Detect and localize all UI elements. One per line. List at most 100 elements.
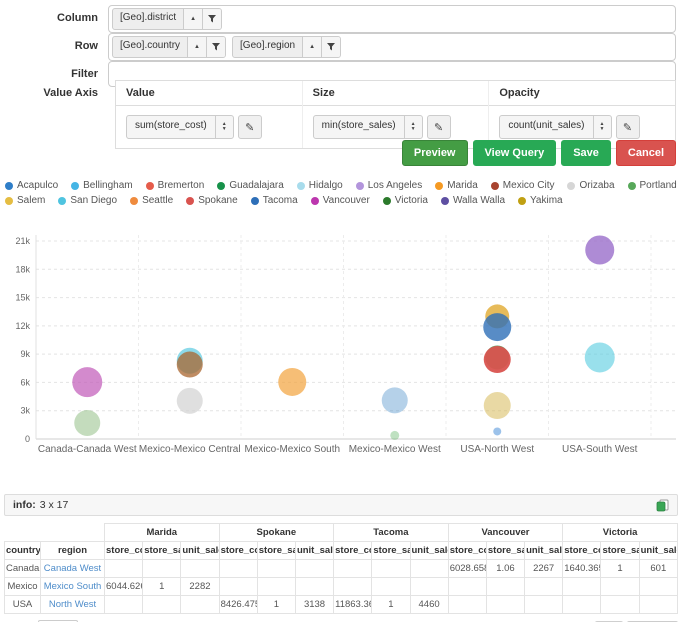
edit-opacity-button[interactable]: ✎ — [616, 115, 640, 139]
value-cell — [525, 578, 563, 596]
cancel-button[interactable]: Cancel — [616, 140, 676, 166]
legend-item-hidalgo[interactable]: Hidalgo — [297, 180, 343, 191]
value-cell — [257, 560, 295, 578]
value-cell: 3138 — [295, 596, 333, 614]
value-cell: 4460 — [410, 596, 448, 614]
info-label: info: — [13, 499, 36, 511]
value-cell — [105, 560, 143, 578]
filter-label: Filter — [0, 61, 108, 80]
info-value: 3 x 17 — [40, 499, 69, 511]
bubble-mexico-city[interactable] — [177, 352, 203, 378]
bubble-marida[interactable] — [278, 368, 306, 396]
value-cell: 601 — [639, 560, 677, 578]
row-dropzone[interactable]: [Geo].country ▲ [Geo].region ▲ — [108, 33, 676, 61]
select-value: sum(store_cost) — [127, 116, 215, 138]
edit-size-button[interactable]: ✎ — [427, 115, 451, 139]
export-icon[interactable] — [656, 499, 669, 512]
legend-item-orizaba[interactable]: Orizaba — [567, 180, 614, 191]
bubble-yakima[interactable] — [484, 392, 511, 419]
legend-dot-icon — [518, 197, 526, 205]
legend-item-marida[interactable]: Marida — [435, 180, 478, 191]
value-cell: 6028.6582 — [448, 560, 486, 578]
bubble-vancouver[interactable] — [72, 367, 102, 397]
info-bar: info: 3 x 17 — [4, 494, 678, 516]
legend-item-bremerton[interactable]: Bremerton — [146, 180, 205, 191]
legend-item-acapulco[interactable]: Acapulco — [5, 180, 58, 191]
save-button[interactable]: Save — [561, 140, 611, 166]
bubble-san-diego[interactable] — [585, 342, 615, 372]
legend-dot-icon — [297, 182, 305, 190]
country-cell: Canada — [5, 560, 41, 578]
metric-header-store-sales: store_sales — [486, 542, 524, 560]
select-value: min(store_sales) — [314, 116, 404, 138]
column-label: Column — [0, 5, 108, 24]
value-cell — [181, 596, 219, 614]
legend-item-tacoma[interactable]: Tacoma — [251, 195, 298, 206]
opacity-aggregate-select[interactable]: count(unit_sales) ▲▼ — [499, 115, 611, 139]
bubble-bellingham[interactable] — [493, 427, 501, 435]
size-aggregate-select[interactable]: min(store_sales) ▲▼ — [313, 115, 423, 139]
metric-header-unit-sales: unit_sales — [410, 542, 448, 560]
y-tick-label: 3k — [20, 406, 30, 416]
chip-geo-region[interactable]: [Geo].region ▲ — [232, 36, 341, 58]
value-cell — [563, 578, 601, 596]
value-cell — [639, 578, 677, 596]
value-cell: 6044.6266 — [105, 578, 143, 596]
sort-caret-icon[interactable]: ▲ — [302, 37, 321, 57]
edit-value-button[interactable]: ✎ — [238, 115, 262, 139]
bubble-guadalajara[interactable] — [390, 431, 399, 440]
chip-geo-country[interactable]: [Geo].country ▲ — [112, 36, 226, 58]
metric-header-unit-sales: unit_sales — [181, 542, 219, 560]
legend-item-spokane[interactable]: Spokane — [186, 195, 237, 206]
bubble-los-angeles[interactable] — [585, 235, 614, 264]
legend-item-guadalajara[interactable]: Guadalajara — [217, 180, 283, 191]
filter-funnel-icon[interactable] — [206, 37, 225, 57]
chip-label: [Geo].district — [113, 9, 183, 29]
chip-geo-district[interactable]: [Geo].district ▲ — [112, 8, 222, 30]
legend-label: Los Angeles — [368, 180, 423, 191]
column-dropzone[interactable]: [Geo].district ▲ — [108, 5, 676, 33]
legend-item-vancouver[interactable]: Vancouver — [311, 195, 370, 206]
region-link-canada-west[interactable]: Canada West — [41, 560, 105, 578]
value-cell — [372, 560, 410, 578]
legend-label: San Diego — [70, 195, 117, 206]
opacity-header: Opacity — [489, 81, 675, 106]
legend-dot-icon — [217, 182, 225, 190]
legend-item-bellingham[interactable]: Bellingham — [71, 180, 132, 191]
bubble-victoria[interactable] — [74, 410, 100, 436]
legend-item-mexico-city[interactable]: Mexico City — [491, 180, 555, 191]
legend-dot-icon — [5, 197, 13, 205]
legend-item-portland[interactable]: Portland — [628, 180, 677, 191]
legend-label: Vancouver — [323, 195, 370, 206]
filter-funnel-icon[interactable] — [202, 9, 221, 29]
legend-item-walla-walla[interactable]: Walla Walla — [441, 195, 505, 206]
sort-caret-icon[interactable]: ▲ — [187, 37, 206, 57]
region-link-mexico-south[interactable]: Mexico South — [41, 578, 105, 596]
legend-item-san-diego[interactable]: San Diego — [58, 195, 117, 206]
value-aggregate-select[interactable]: sum(store_cost) ▲▼ — [126, 115, 234, 139]
legend-item-yakima[interactable]: Yakima — [518, 195, 563, 206]
value-axis-col-opacity: Opacity count(unit_sales) ▲▼ ✎ — [488, 81, 675, 148]
x-category-label: USA-South West — [562, 444, 638, 455]
legend-label: Walla Walla — [453, 195, 505, 206]
filter-funnel-icon[interactable] — [321, 37, 340, 57]
legend-label: Tacoma — [263, 195, 298, 206]
bubble-spokane[interactable] — [484, 346, 511, 373]
y-tick-label: 18k — [15, 264, 30, 274]
legend-item-salem[interactable]: Salem — [5, 195, 45, 206]
bubble-orizaba[interactable] — [177, 388, 203, 414]
bubble-tacoma[interactable] — [483, 313, 511, 341]
legend-item-los-angeles[interactable]: Los Angeles — [356, 180, 423, 191]
value-axis-label: Value Axis — [0, 80, 108, 99]
value-cell — [410, 578, 448, 596]
region-link-north-west[interactable]: North West — [41, 596, 105, 614]
view-query-button[interactable]: View Query — [473, 140, 557, 166]
legend-item-victoria[interactable]: Victoria — [383, 195, 428, 206]
preview-button[interactable]: Preview — [402, 140, 468, 166]
column-header-country: country — [5, 542, 41, 560]
legend-item-seattle[interactable]: Seattle — [130, 195, 173, 206]
size-header: Size — [303, 81, 489, 106]
country-cell: USA — [5, 596, 41, 614]
sort-caret-icon[interactable]: ▲ — [183, 9, 202, 29]
bubble-acapulco[interactable] — [382, 387, 408, 413]
